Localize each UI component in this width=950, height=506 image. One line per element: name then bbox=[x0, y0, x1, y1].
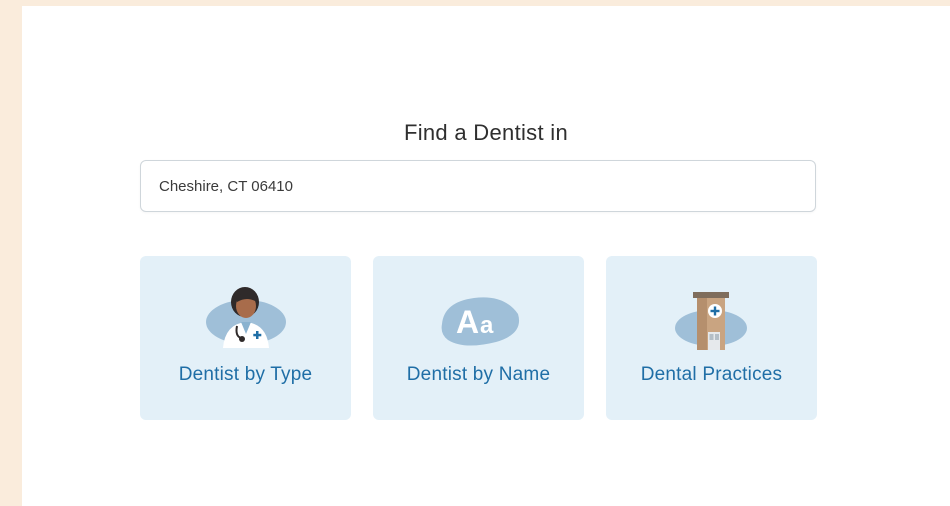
svg-text:a: a bbox=[480, 312, 494, 339]
dentist-by-type-label: Dentist by Type bbox=[178, 364, 313, 385]
page-title: Find a Dentist in bbox=[403, 120, 569, 145]
location-input[interactable]: Cheshire, CT 06410 bbox=[140, 160, 816, 212]
building-icon bbox=[674, 292, 747, 350]
svg-text:A: A bbox=[456, 304, 479, 340]
search-panel: Find a Dentist in Cheshire, CT 06410 Den… bbox=[22, 6, 950, 506]
dental-practices-label: Dental Practices bbox=[640, 364, 783, 385]
dentist-by-name-label: Dentist by Name bbox=[406, 364, 551, 385]
dental-practices-card[interactable]: Dental Practices bbox=[606, 256, 817, 420]
dentist-by-type-card[interactable]: Dentist by Type bbox=[140, 256, 351, 420]
dentist-icon bbox=[205, 287, 286, 348]
text-aa-icon: A a bbox=[441, 297, 519, 346]
location-value: Cheshire, CT 06410 bbox=[159, 177, 293, 195]
dentist-by-name-card[interactable]: A a Dentist by Name bbox=[373, 256, 584, 420]
